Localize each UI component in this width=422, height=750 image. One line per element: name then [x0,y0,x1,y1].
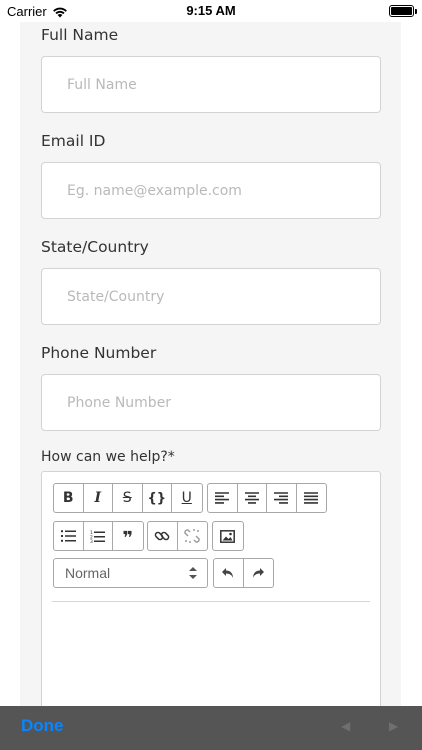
italic-icon: I [94,490,102,506]
align-left-button[interactable] [208,484,238,512]
align-group [207,483,327,513]
full-name-label: Full Name [41,26,119,44]
svg-text:3: 3 [90,539,93,543]
italic-button[interactable]: I [84,484,113,512]
keyboard-accessory-bar: Done ◀ ▶ [0,706,422,750]
email-label: Email ID [41,132,106,150]
strikethrough-icon: S [122,490,132,506]
link-button[interactable] [148,522,178,550]
unlink-button[interactable] [178,522,208,550]
align-justify-button[interactable] [297,484,327,512]
strikethrough-button[interactable]: S [113,484,143,512]
align-center-icon [244,492,259,504]
editor-content-area[interactable] [52,603,370,718]
text-style-value: Normal [65,565,111,581]
blockquote-button[interactable]: ❞ [113,522,143,550]
blockquote-icon: ❞ [122,528,134,549]
media-group [212,521,244,551]
image-icon [220,529,236,543]
help-label: How can we help?* [41,449,175,465]
image-button[interactable] [213,522,243,550]
align-left-icon [215,492,230,504]
phone-number-label: Phone Number [41,344,157,362]
previous-field-icon[interactable]: ◀ [341,719,350,733]
full-name-input[interactable] [41,56,381,113]
align-justify-icon [304,492,319,504]
underline-button[interactable]: U [172,484,202,512]
state-country-label: State/Country [41,238,149,256]
numbered-list-button[interactable]: 123 [84,522,113,550]
align-center-button[interactable] [238,484,267,512]
status-bar: Carrier 9:15 AM [0,0,422,22]
redo-button[interactable] [244,559,274,587]
undo-button[interactable] [214,559,244,587]
phone-number-input[interactable] [41,374,381,431]
bulleted-list-icon [60,530,76,542]
history-group [213,558,274,588]
link-icon [154,531,170,541]
list-group: 123 ❞ [53,521,144,551]
undo-icon [222,568,234,578]
text-style-select[interactable]: Normal [53,558,208,588]
rich-text-editor: B I S {} U 123 ❞ Normal [41,471,381,721]
numbered-list-icon: 123 [90,530,106,543]
next-field-icon[interactable]: ▶ [389,719,398,733]
bold-button[interactable]: B [54,484,84,512]
redo-icon [253,568,265,578]
state-country-input[interactable] [41,268,381,325]
bold-icon: B [62,490,74,506]
underline-icon: U [181,490,192,506]
align-right-button[interactable] [267,484,297,512]
align-right-icon [274,492,289,504]
toolbar-divider [52,601,370,602]
unlink-icon [184,529,200,543]
format-group: B I S {} U [53,483,203,513]
code-button[interactable]: {} [143,484,172,512]
bulleted-list-button[interactable] [54,522,84,550]
code-icon: {} [147,490,166,506]
battery-icon [389,5,417,17]
link-group [147,521,208,551]
select-arrows-icon [189,567,197,579]
email-input[interactable] [41,162,381,219]
done-button[interactable]: Done [21,716,64,736]
clock: 9:15 AM [186,3,236,18]
